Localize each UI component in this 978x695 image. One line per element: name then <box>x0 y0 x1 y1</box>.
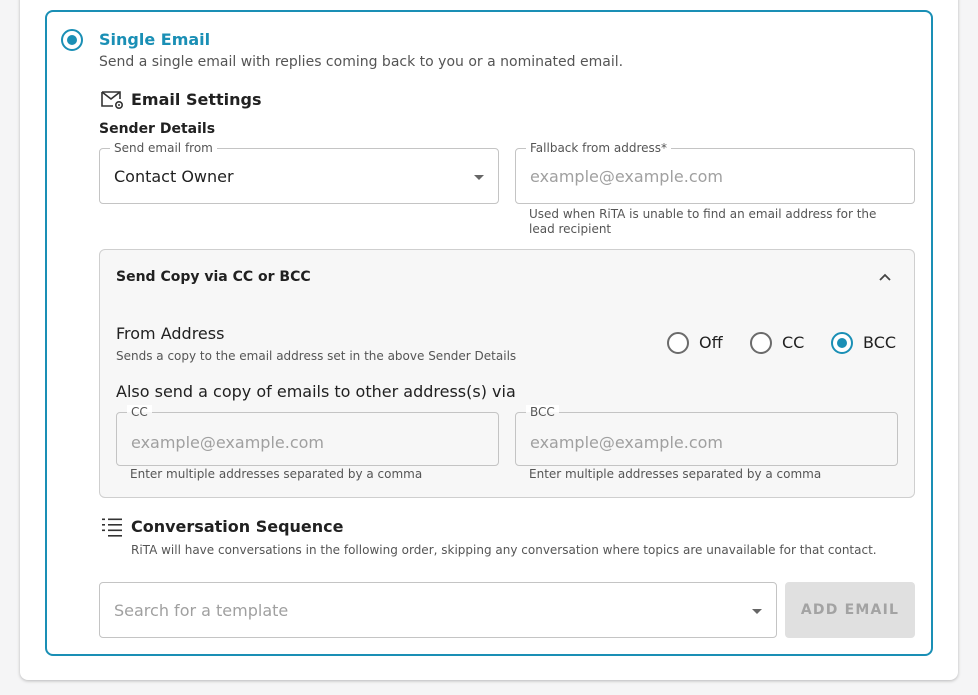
radio-off[interactable] <box>667 332 689 354</box>
send-copy-title[interactable]: Send Copy via CC or BCC <box>116 269 311 285</box>
chevron-down-icon <box>474 175 484 180</box>
radio-cc-label: CC <box>782 333 805 352</box>
cc-placeholder: example@example.com <box>131 433 324 452</box>
fallback-placeholder: example@example.com <box>530 167 723 186</box>
fallback-address-field[interactable]: Fallback from address* example@example.c… <box>515 141 915 204</box>
radio-bcc-label: BCC <box>863 333 897 352</box>
bcc-field[interactable]: BCC example@example.com <box>515 405 898 466</box>
conversation-heading: Conversation Sequence <box>131 517 344 536</box>
mail-settings-icon <box>101 91 124 110</box>
radio-off-label: Off <box>699 333 723 352</box>
chevron-up-icon[interactable] <box>878 272 892 282</box>
from-address-label: From Address <box>116 324 225 343</box>
cc-label: CC <box>127 405 152 419</box>
template-search-placeholder: Search for a template <box>114 601 289 620</box>
add-email-button[interactable]: ADD EMAIL <box>785 582 915 638</box>
radio-bcc[interactable] <box>831 332 853 354</box>
email-settings-heading: Email Settings <box>131 90 262 109</box>
single-email-description: Send a single email with replies coming … <box>99 54 624 70</box>
fallback-label: Fallback from address* <box>526 141 672 155</box>
single-email-radio[interactable] <box>61 29 83 51</box>
bcc-placeholder: example@example.com <box>530 433 723 452</box>
send-from-select[interactable]: Send email from Contact Owner <box>99 141 499 204</box>
conversation-description: RiTA will have conversations in the foll… <box>131 543 877 557</box>
also-send-label: Also send a copy of emails to other addr… <box>116 382 516 401</box>
bcc-label: BCC <box>526 405 559 419</box>
cc-field[interactable]: CC example@example.com <box>116 405 499 466</box>
send-from-label: Send email from <box>110 141 217 155</box>
single-email-title: Single Email <box>99 30 211 49</box>
template-search-select[interactable]: Search for a template <box>99 582 777 638</box>
radio-cc[interactable] <box>750 332 772 354</box>
bcc-help: Enter multiple addresses separated by a … <box>529 467 822 481</box>
sender-details-label: Sender Details <box>99 121 216 137</box>
send-from-value: Contact Owner <box>114 167 234 186</box>
from-address-help: Sends a copy to the email address set in… <box>116 349 517 363</box>
chevron-down-icon <box>752 609 762 614</box>
cc-help: Enter multiple addresses separated by a … <box>130 467 423 481</box>
list-icon <box>102 518 122 537</box>
fallback-help: Used when RiTA is unable to find an emai… <box>529 207 877 236</box>
